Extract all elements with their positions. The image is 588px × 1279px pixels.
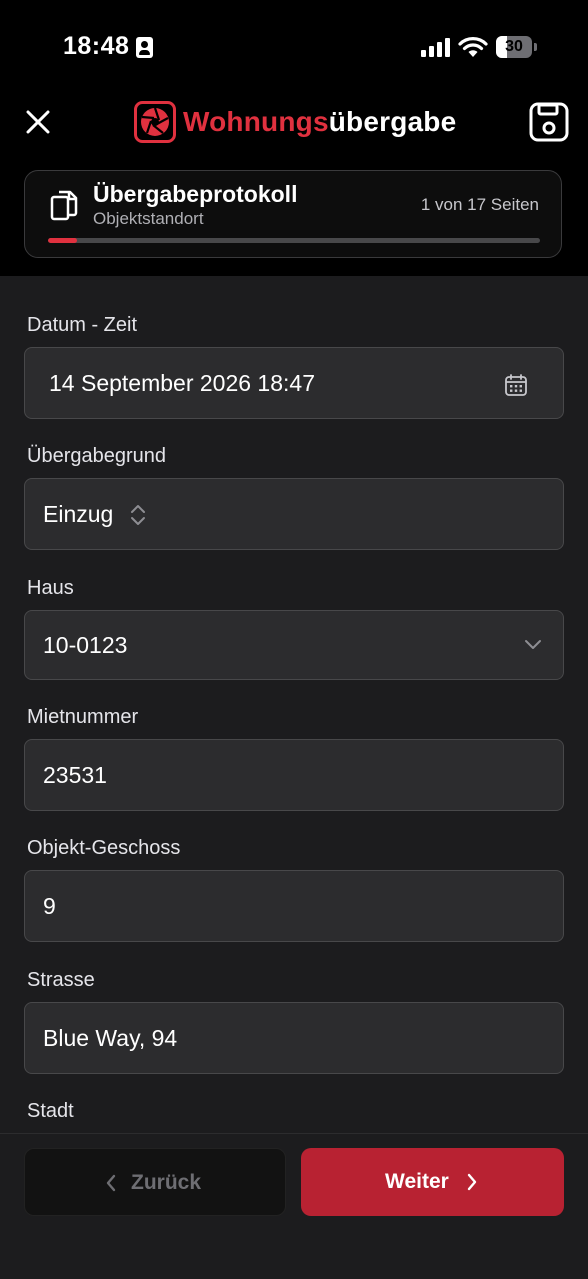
chevron-right-icon [467, 1173, 477, 1191]
house-dropdown[interactable]: 10-0123 [24, 610, 564, 680]
cellular-signal-icon [421, 38, 451, 57]
app-brand: Wohnungsübergabe [183, 106, 456, 138]
brand-part-1: Wohnungs [183, 106, 329, 137]
reason-select[interactable]: Einzug [24, 478, 564, 550]
up-down-chevron-icon [131, 505, 145, 525]
back-button[interactable]: Zurück [24, 1148, 286, 1216]
reason-value: Einzug [43, 501, 114, 527]
floor-label: Objekt-Geschoss [27, 837, 181, 859]
datetime-value: 14 September 2026 18:47 [49, 370, 315, 396]
rent-number-field[interactable]: 23531 [24, 739, 564, 811]
status-time: 18:48 [63, 32, 130, 60]
next-button-label: Weiter [385, 1170, 449, 1193]
progress-bar [48, 238, 77, 243]
chevron-down-icon [525, 640, 541, 649]
next-button[interactable]: Weiter [301, 1148, 564, 1216]
reason-label: Übergabegrund [27, 445, 166, 467]
street-field[interactable]: Blue Way, 94 [24, 1002, 564, 1074]
city-label: Stadt [27, 1100, 74, 1122]
wifi-icon [458, 37, 488, 57]
house-label: Haus [27, 577, 74, 599]
battery-indicator: 30 [496, 36, 532, 58]
section-subtitle: Objektstandort [93, 209, 204, 228]
battery-level: 30 [505, 38, 523, 55]
street-label: Strasse [27, 969, 95, 991]
brand-part-2: übergabe [328, 106, 457, 137]
close-icon[interactable] [20, 104, 56, 140]
battery-cap [534, 43, 537, 51]
page-counter: 1 von 17 Seiten [420, 195, 539, 214]
back-button-label: Zurück [131, 1171, 202, 1194]
street-value: Blue Way, 94 [43, 1025, 178, 1051]
datetime-field[interactable]: 14 September 2026 18:47 [24, 347, 564, 419]
calendar-icon[interactable] [504, 373, 528, 397]
focus-person-icon [136, 37, 153, 58]
app-logo-icon [134, 101, 176, 143]
save-icon[interactable] [528, 101, 570, 143]
documents-icon [50, 190, 78, 221]
house-value: 10-0123 [43, 632, 128, 658]
protocol-title: Übergabeprotokoll [93, 181, 298, 207]
chevron-left-icon [106, 1174, 116, 1192]
floor-value: 9 [43, 893, 56, 919]
floor-field[interactable]: 9 [24, 870, 564, 942]
rent-number-value: 23531 [43, 762, 107, 788]
rent-number-label: Mietnummer [27, 706, 139, 728]
progress-card: Übergabeprotokoll Objektstandort 1 von 1… [24, 170, 562, 258]
datetime-label: Datum - Zeit [27, 314, 138, 336]
footer-nav: Zurück Weiter [0, 1133, 588, 1279]
progress-track [48, 238, 540, 243]
